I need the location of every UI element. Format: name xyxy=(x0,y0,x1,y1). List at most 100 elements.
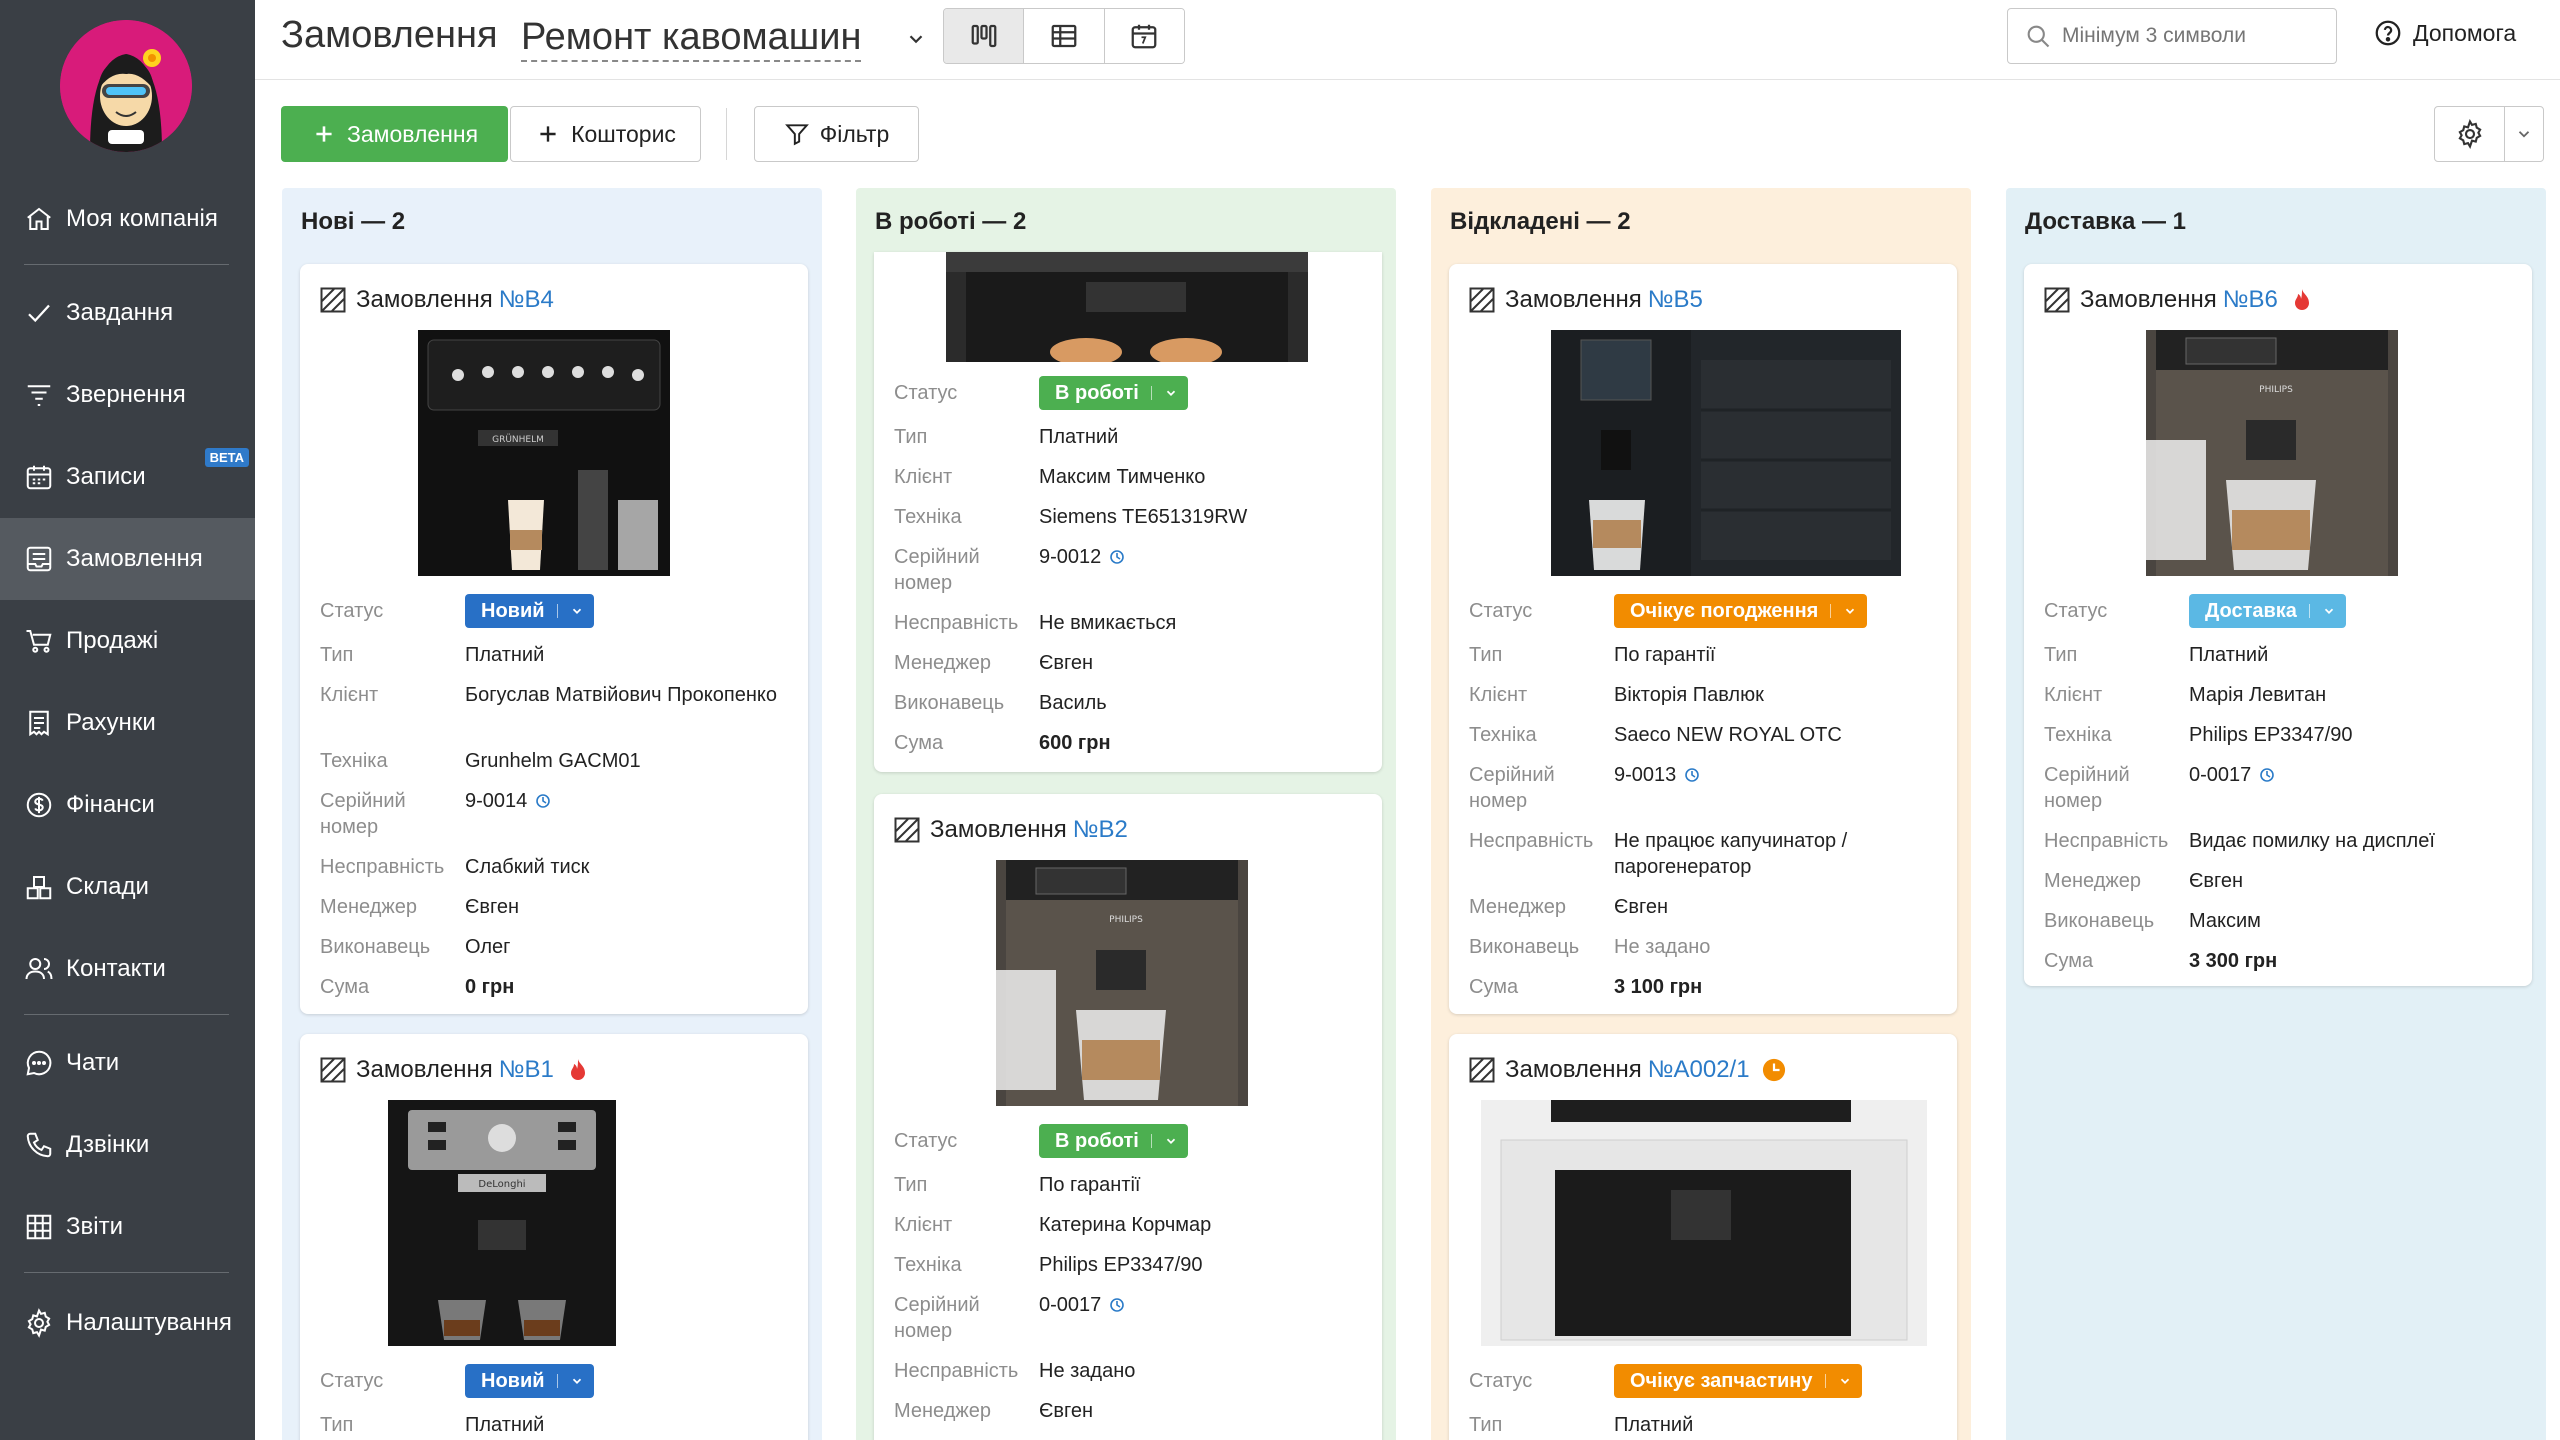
field-label: Статус xyxy=(1469,1370,1533,1392)
view-kanban-button[interactable] xyxy=(944,9,1025,63)
order-card-b5[interactable]: Замовлення №В5 Статус Очікує погодження Т… xyxy=(1449,264,1957,1014)
column-new: Нові — 2 Замовлення №В4 GRÜNHELM Статус … xyxy=(282,188,822,1440)
sidebar-item-chats[interactable]: Чати xyxy=(0,1022,255,1104)
hatch-icon xyxy=(1469,1057,1495,1083)
view-calendar-button[interactable] xyxy=(1104,9,1184,63)
column-title: Доставка — 1 xyxy=(2025,208,2186,235)
sidebar-item-orders[interactable]: Замовлення xyxy=(0,518,255,600)
calendar-icon xyxy=(26,465,52,490)
field-label: Серійний номер xyxy=(894,546,980,594)
view-table-button[interactable] xyxy=(1024,9,1105,63)
field-label: Тип xyxy=(1469,644,1503,666)
field-value: Не задано xyxy=(1614,936,1711,958)
copy-icon[interactable] xyxy=(1684,767,1700,783)
copy-icon[interactable] xyxy=(1109,549,1125,565)
field-label: Тип xyxy=(320,1414,354,1436)
board-settings-button[interactable] xyxy=(2434,106,2544,162)
copy-icon[interactable] xyxy=(2259,767,2275,783)
client-link[interactable]: Максим Тимченко xyxy=(1039,464,1364,490)
sidebar-item-warehouses[interactable]: Склади xyxy=(0,846,255,928)
plus-icon xyxy=(540,126,556,142)
field-value: 3 100 грн xyxy=(1614,976,1703,998)
sidebar-item-requests[interactable]: Звернення xyxy=(0,354,255,436)
field-label: Техніка xyxy=(894,1254,962,1276)
sidebar: Моя компанія Завдання Звернення Записи B… xyxy=(0,0,255,1440)
client-link[interactable]: Марія Левитан xyxy=(2189,682,2514,708)
order-card-b1[interactable]: Замовлення №В1 DeLonghi Статус Новий Тип… xyxy=(300,1034,808,1440)
avatar[interactable] xyxy=(60,20,192,152)
add-estimate-button[interactable]: Кошторис xyxy=(510,106,701,162)
sidebar-item-label: Записи xyxy=(66,463,146,490)
sidebar-item-settings[interactable]: Налаштування xyxy=(0,1282,255,1364)
chevron-down-icon[interactable] xyxy=(905,28,927,50)
table-icon xyxy=(1051,24,1077,48)
field-label: Виконавець xyxy=(1469,936,1580,958)
field-label: Клієнт xyxy=(1469,684,1528,706)
cart-icon xyxy=(26,630,52,653)
card-title: Замовлення xyxy=(930,816,1067,843)
client-link[interactable]: Вікторія Павлюк xyxy=(1614,682,1939,708)
copy-icon[interactable] xyxy=(1109,1297,1125,1313)
order-card-b4[interactable]: Замовлення №В4 GRÜNHELM Статус Новий Тип… xyxy=(300,264,808,1014)
field-label: Сума xyxy=(894,732,944,754)
order-card-in-work[interactable]: Статус В роботі Тип Платний Клієнт Максим Т… xyxy=(874,252,1382,772)
search-box[interactable] xyxy=(2007,8,2337,64)
order-number-link[interactable]: №А002/1 xyxy=(1648,1056,1750,1084)
sidebar-item-reports[interactable]: Звіти xyxy=(0,1186,255,1268)
filter-button[interactable]: Фільтр xyxy=(754,106,919,162)
sidebar-item-label: Продажі xyxy=(66,627,159,654)
field-label: Статус xyxy=(1469,600,1533,622)
nav-divider xyxy=(24,1272,229,1273)
field-value: 9-0014 xyxy=(465,790,528,812)
status-dropdown[interactable]: Очікує запчастину xyxy=(1614,1364,1862,1398)
order-number-link[interactable]: №В6 xyxy=(2223,286,2278,314)
card-header: Замовлення №В1 xyxy=(320,1054,590,1086)
order-card-b2[interactable]: Замовлення №В2 PHILIPS Статус В роботі Т… xyxy=(874,794,1382,1440)
sidebar-item-sales[interactable]: Продажі xyxy=(0,600,255,682)
status-badge: В роботі xyxy=(1055,1130,1139,1152)
order-number-link[interactable]: №В4 xyxy=(499,286,554,314)
field-label: Сума xyxy=(1469,976,1519,998)
status-dropdown[interactable]: Очікує погодження xyxy=(1614,594,1868,628)
card-header: Замовлення №В4 xyxy=(320,284,554,316)
boxes-icon xyxy=(26,876,52,900)
field-value: Платний xyxy=(465,1414,545,1436)
home-icon xyxy=(27,207,51,230)
order-number-link[interactable]: №В2 xyxy=(1073,816,1128,844)
field-value: 0 грн xyxy=(465,976,515,998)
card-title: Замовлення xyxy=(1505,1056,1642,1083)
field-label: Менеджер xyxy=(1469,896,1567,918)
board-selector[interactable]: Ремонт кавомашин xyxy=(521,14,862,62)
sidebar-item-contacts[interactable]: Контакти xyxy=(0,928,255,1010)
field-value: Philips EP3347/90 xyxy=(2189,724,2353,746)
sidebar-item-finance[interactable]: Фінанси xyxy=(0,764,255,846)
search-input[interactable] xyxy=(2062,24,2322,48)
client-link[interactable]: Богуслав Матвійович Прокопенко xyxy=(465,682,790,708)
order-number-link[interactable]: №В1 xyxy=(499,1056,554,1084)
sidebar-item-tasks[interactable]: Завдання xyxy=(0,272,255,354)
sidebar-item-company[interactable]: Моя компанія xyxy=(0,178,255,260)
client-link[interactable]: Катерина Корчмар xyxy=(1039,1212,1364,1238)
status-dropdown[interactable]: В роботі xyxy=(1039,1124,1188,1158)
order-card-b6[interactable]: Замовлення №В6 PHILIPS Статус Доставка Т… xyxy=(2024,264,2532,986)
page-title: Замовлення xyxy=(281,14,498,56)
field-label: Статус xyxy=(894,1130,958,1152)
field-label: Сума xyxy=(2044,950,2094,972)
sidebar-item-calls[interactable]: Дзвінки xyxy=(0,1104,255,1186)
order-card-a002[interactable]: Замовлення №А002/1 Статус Очікує запчасти… xyxy=(1449,1034,1957,1440)
status-dropdown[interactable]: Новий xyxy=(465,594,594,628)
add-order-button[interactable]: Замовлення xyxy=(281,106,508,162)
sidebar-item-records[interactable]: Записи BETA xyxy=(0,436,255,518)
order-number-link[interactable]: №В5 xyxy=(1648,286,1703,314)
card-header: Замовлення №А002/1 xyxy=(1469,1054,1786,1086)
field-label: Несправність xyxy=(894,612,1019,634)
field-label: Клієнт xyxy=(894,1214,953,1236)
copy-icon[interactable] xyxy=(535,793,551,809)
sidebar-item-invoices[interactable]: Рахунки xyxy=(0,682,255,764)
help-link[interactable]: Допомога xyxy=(2373,18,2516,48)
nav-divider xyxy=(24,264,229,265)
status-dropdown[interactable]: Доставка xyxy=(2189,594,2346,628)
status-dropdown[interactable]: В роботі xyxy=(1039,376,1188,410)
status-dropdown[interactable]: Новий xyxy=(465,1364,594,1398)
field-label: Несправність xyxy=(320,856,445,878)
